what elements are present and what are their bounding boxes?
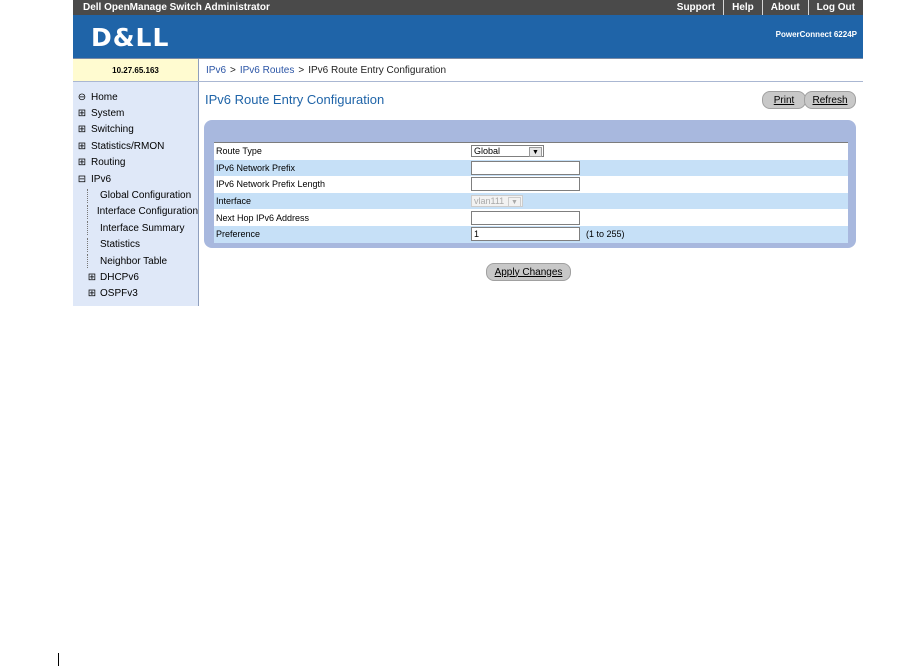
form-row-network-prefix: IPv6 Network Prefix xyxy=(214,159,848,177)
preference-label: Preference xyxy=(216,229,261,240)
logout-link[interactable]: Log Out xyxy=(807,0,863,15)
route-type-label: Route Type xyxy=(216,146,262,157)
form-row-next-hop: Next Hop IPv6 Address xyxy=(214,209,848,226)
form-row-interface: Interface vlan111 ▼ xyxy=(214,192,848,210)
preference-range-hint: (1 to 255) xyxy=(586,229,625,240)
breadcrumb-separator: > xyxy=(298,64,305,76)
sidebar-item-ospfv3[interactable]: ⊞ OSPFv3 xyxy=(73,286,198,302)
support-link[interactable]: Support xyxy=(669,0,723,15)
sidebar: ⊖ Home ⊞ System ⊞ Switching ⊞ Statistics/RMO… xyxy=(73,82,199,306)
next-hop-label: Next Hop IPv6 Address xyxy=(216,212,310,223)
device-ip: 10.27.65.163 xyxy=(73,59,199,81)
breadcrumb-ipv6-routes-link[interactable]: IPv6 Routes xyxy=(240,65,294,76)
preference-input[interactable]: 1 xyxy=(471,227,580,242)
tree-line xyxy=(87,254,95,269)
form-row-route-type: Route Type Global ▼ xyxy=(214,143,848,160)
tree-line xyxy=(87,221,95,236)
breadcrumb-ipv6-link[interactable]: IPv6 xyxy=(206,65,226,76)
plus-box-icon[interactable]: ⊞ xyxy=(77,141,87,152)
sidebar-item-dhcpv6[interactable]: ⊞ DHCPv6 xyxy=(73,269,198,285)
about-link[interactable]: About xyxy=(761,0,808,15)
interface-label: Interface xyxy=(216,196,252,207)
app-title: Dell OpenManage Switch Administrator xyxy=(83,2,270,13)
sidebar-item-routing[interactable]: ⊞ Routing xyxy=(73,155,198,171)
sidebar-item-interface-summary[interactable]: Interface Summary xyxy=(73,220,198,236)
breadcrumb-separator: > xyxy=(230,64,236,76)
interface-select: vlan111 ▼ xyxy=(471,195,523,208)
chevron-down-icon[interactable]: ▼ xyxy=(529,147,542,158)
sidebar-item-neighbor-table[interactable]: Neighbor Table xyxy=(73,253,198,269)
sidebar-item-interface-configuration[interactable]: Interface Configuration xyxy=(73,204,198,220)
refresh-button[interactable]: Refresh xyxy=(804,91,856,109)
main-area: ⊖ Home ⊞ System ⊞ Switching ⊞ Statistics/RMO… xyxy=(73,81,863,306)
minus-box-icon[interactable]: ⊟ xyxy=(77,174,87,185)
plus-box-icon[interactable]: ⊞ xyxy=(87,272,97,283)
product-name: PowerConnect 6224P xyxy=(775,30,857,39)
prefix-length-input[interactable] xyxy=(471,177,580,192)
page-margin-marker xyxy=(58,653,59,666)
network-prefix-label: IPv6 Network Prefix xyxy=(216,162,296,173)
config-panel: Route Type Global ▼ IPv6 Network Prefix … xyxy=(204,120,856,248)
dell-logo: D&LL xyxy=(91,23,170,52)
tree-line xyxy=(87,188,95,203)
sidebar-item-global-configuration[interactable]: Global Configuration xyxy=(73,187,198,203)
apply-changes-button[interactable]: Apply Changes xyxy=(486,263,571,281)
tree-line xyxy=(87,204,92,219)
chevron-down-icon: ▼ xyxy=(508,197,521,208)
breadcrumb-current: IPv6 Route Entry Configuration xyxy=(308,64,447,76)
banner: D&LL PowerConnect 6224P xyxy=(73,15,863,58)
sidebar-item-home[interactable]: ⊖ Home xyxy=(73,89,198,105)
sidebar-item-ipv6[interactable]: ⊟ IPv6 xyxy=(73,171,198,187)
form-row-preference: Preference 1 (1 to 255) xyxy=(214,225,848,243)
sidebar-item-switching[interactable]: ⊞ Switching xyxy=(73,122,198,138)
prefix-length-label: IPv6 Network Prefix Length xyxy=(216,179,326,190)
route-form: Route Type Global ▼ IPv6 Network Prefix … xyxy=(214,142,848,243)
page-title: IPv6 Route Entry Configuration xyxy=(205,92,385,107)
help-link[interactable]: Help xyxy=(723,0,762,15)
network-prefix-input[interactable] xyxy=(471,160,580,175)
top-bar: Dell OpenManage Switch Administrator Sup… xyxy=(73,0,863,15)
breadcrumb: IPv6 > IPv6 Routes > IPv6 Route Entry Co… xyxy=(199,59,863,81)
sidebar-item-statistics[interactable]: Statistics xyxy=(73,237,198,253)
sidebar-item-system[interactable]: ⊞ System xyxy=(73,105,198,121)
info-bar: 10.27.65.163 IPv6 > IPv6 Routes > IPv6 R… xyxy=(73,58,863,81)
print-button[interactable]: Print xyxy=(762,91,806,109)
plus-box-icon[interactable]: ⊞ xyxy=(87,288,97,299)
sidebar-item-statistics-rmon[interactable]: ⊞ Statistics/RMON xyxy=(73,138,198,154)
plus-box-icon[interactable]: ⊞ xyxy=(77,124,87,135)
next-hop-input[interactable] xyxy=(471,210,580,225)
plus-box-icon[interactable]: ⊞ xyxy=(77,108,87,119)
tree-line xyxy=(87,237,95,252)
route-type-select[interactable]: Global ▼ xyxy=(471,145,544,158)
plus-box-icon[interactable]: ⊞ xyxy=(77,157,87,168)
form-row-prefix-length: IPv6 Network Prefix Length xyxy=(214,176,848,193)
home-icon: ⊖ xyxy=(77,91,87,103)
switch-admin-window: Dell OpenManage Switch Administrator Sup… xyxy=(73,0,863,306)
top-links: Support Help About Log Out xyxy=(669,0,863,15)
content-area: IPv6 Route Entry Configuration Print Ref… xyxy=(199,82,863,306)
